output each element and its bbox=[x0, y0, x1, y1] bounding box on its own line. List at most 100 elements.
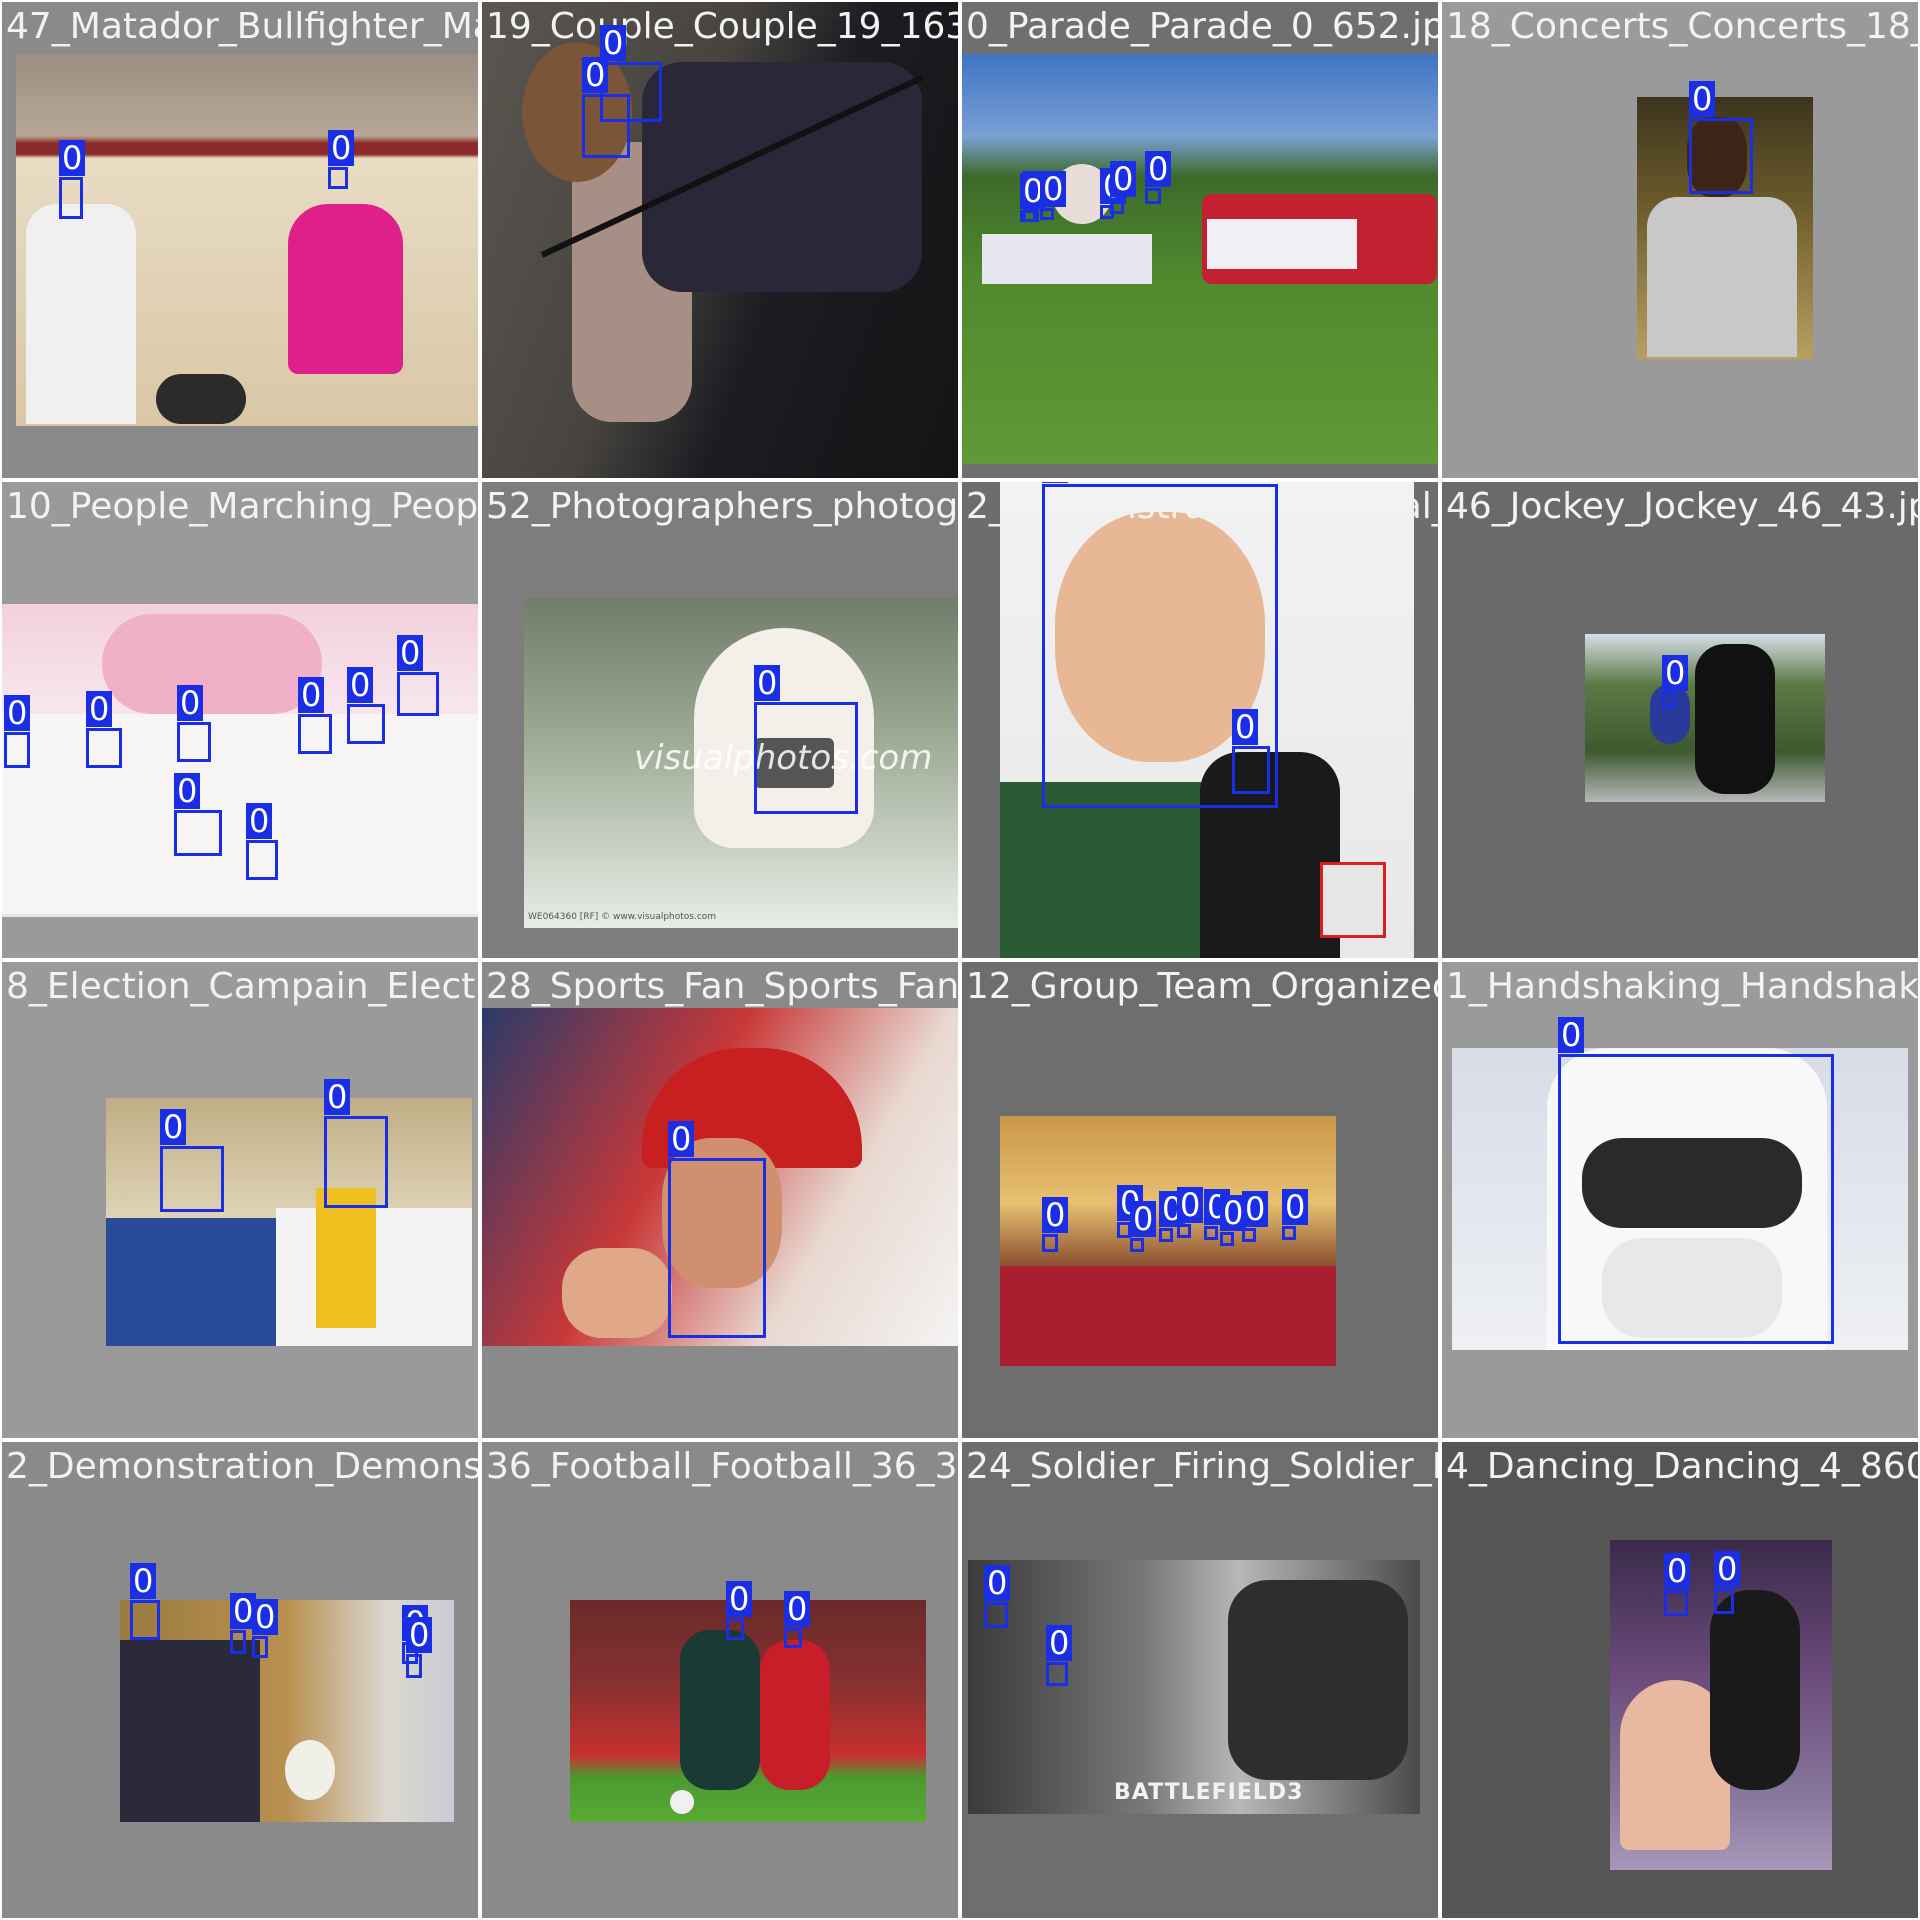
detection-box: 0 bbox=[59, 140, 86, 219]
tile-6: 52_Photographers_photographertakingphoto… bbox=[480, 480, 960, 960]
detection-box: 0 bbox=[1558, 1017, 1834, 1344]
tile-3: 0_Parade_Parade_0_652.jpg 0 0 0 0 0 0 bbox=[960, 0, 1440, 480]
detection-box: 0 bbox=[1177, 1187, 1204, 1238]
detection-box: 0 bbox=[1020, 173, 1047, 222]
class-label: 0 bbox=[1042, 482, 1069, 483]
matador-cape bbox=[288, 204, 403, 374]
tile-11: 12_Group_Team_Organized_Group_12_... 0 0… bbox=[960, 960, 1440, 1440]
detection-box: 0 bbox=[726, 1581, 753, 1640]
truck-banner bbox=[1207, 219, 1357, 269]
tile-title: 47_Matador_Bullfighter_Matador_Bullfight… bbox=[6, 6, 480, 47]
photo-photographer: visualphotos.com WE064360 [RF] © www.vis… bbox=[524, 598, 958, 928]
balloons bbox=[102, 614, 322, 714]
tile-title: 19_Couple_Couple_19_163.jpg bbox=[486, 6, 958, 47]
detection-box: 0 bbox=[1242, 1191, 1269, 1242]
class-label: 0 bbox=[1664, 1553, 1691, 1589]
tile-16: 4_Dancing_Dancing_4_860... 0 0 bbox=[1440, 1440, 1920, 1920]
player-red-kit bbox=[760, 1640, 830, 1790]
tile-12: 1_Handshaking_Handshaking_1_... 0 bbox=[1440, 960, 1920, 1440]
detection-box: 0 bbox=[1130, 1201, 1157, 1252]
detection-box: 0 bbox=[784, 1591, 811, 1648]
tile-title: 2_Demonstration_Demonstration_Or_Protest… bbox=[6, 1446, 480, 1487]
tile-7: 2_Demonstration_Political_Rally_2_... 0 … bbox=[960, 480, 1440, 960]
detection-box: 0 bbox=[160, 1109, 224, 1212]
tile-title: 8_Election_Campain_Election_Campaign_8_.… bbox=[6, 966, 478, 1007]
parade-float bbox=[982, 234, 1152, 284]
detection-box: 0 bbox=[1232, 709, 1270, 794]
class-label: 0 bbox=[784, 1591, 811, 1627]
class-label: 0 bbox=[1232, 709, 1259, 745]
detection-box: 0 bbox=[1664, 1553, 1691, 1616]
class-label: 0 bbox=[1042, 1197, 1069, 1233]
detection-box: 0 bbox=[177, 685, 211, 762]
photo-football bbox=[570, 1600, 926, 1822]
class-label: 0 bbox=[984, 1565, 1011, 1601]
podium-logo bbox=[1320, 862, 1386, 938]
tile-8: 46_Jockey_Jockey_46_43.jpg 0 bbox=[1440, 480, 1920, 960]
class-label: 0 bbox=[1145, 151, 1172, 187]
fan-fist bbox=[562, 1248, 672, 1338]
tile-14: 36_Football_Football_36_362.jpg 0 0 bbox=[480, 1440, 960, 1920]
detection-box: 0 bbox=[406, 1617, 433, 1678]
tile-title: 4_Dancing_Dancing_4_860... bbox=[1446, 1446, 1920, 1487]
photo-bullfight bbox=[16, 54, 478, 426]
class-label: 0 bbox=[406, 1617, 433, 1653]
class-label: 0 bbox=[130, 1563, 157, 1599]
tile-title: 52_Photographers_photographertakingphoto… bbox=[486, 486, 959, 527]
class-label: 0 bbox=[726, 1581, 753, 1617]
shadow bbox=[156, 374, 246, 424]
tile-title: 10_People_Marching_People_Marching_... bbox=[6, 486, 479, 527]
tile-5: 10_People_Marching_People_Marching_... 0… bbox=[0, 480, 480, 960]
detection-box: 0 bbox=[1220, 1195, 1247, 1246]
detection-box: 0 bbox=[1042, 1197, 1069, 1252]
tile-title: 12_Group_Team_Organized_Group_12_... bbox=[966, 966, 1438, 1007]
people-group bbox=[120, 1640, 260, 1822]
class-label: 0 bbox=[1282, 1189, 1309, 1225]
photo-couple bbox=[482, 2, 958, 478]
detection-box: 0 bbox=[1110, 161, 1137, 214]
yellow-scarf bbox=[316, 1188, 376, 1328]
detection-box: 0 bbox=[324, 1079, 388, 1208]
tile-title: 28_Sports_Fan_Sports_Fan_28_... bbox=[486, 966, 960, 1007]
tile-4: 18_Concerts_Concerts_18_... 0 bbox=[1440, 0, 1920, 480]
detection-box: 0 bbox=[4, 695, 31, 768]
detection-box: 0 bbox=[1714, 1551, 1741, 1614]
detection-box: 0 bbox=[174, 773, 222, 856]
class-label: 0 bbox=[1110, 161, 1137, 197]
class-label: 0 bbox=[328, 130, 355, 166]
class-label: 0 bbox=[177, 685, 204, 721]
class-label: 0 bbox=[86, 691, 113, 727]
mosaic-grid: 47_Matador_Bullfighter_Matador_Bullfight… bbox=[0, 0, 1920, 1920]
class-label: 0 bbox=[1046, 1625, 1073, 1661]
detection-box: 0 bbox=[347, 667, 385, 744]
class-label: 0 bbox=[1558, 1017, 1585, 1053]
class-label: 0 bbox=[324, 1079, 351, 1115]
detection-box: 0 bbox=[1159, 1191, 1186, 1242]
class-label: 0 bbox=[4, 695, 31, 731]
tile-15: 24_Soldier_Firing_Soldier_Firing_24_... … bbox=[960, 1440, 1440, 1920]
tile-9: 8_Election_Campain_Election_Campaign_8_.… bbox=[0, 960, 480, 1440]
class-label: 0 bbox=[1130, 1201, 1157, 1237]
detection-box: 0 bbox=[130, 1563, 160, 1640]
photo-parade bbox=[962, 54, 1438, 464]
detection-box: 0 bbox=[252, 1599, 279, 1658]
game-logo: BATTLEFIELD3 bbox=[1114, 1780, 1304, 1805]
class-label: 0 bbox=[1689, 81, 1716, 117]
class-label: 0 bbox=[59, 140, 86, 176]
tile-title: 46_Jockey_Jockey_46_43.jpg bbox=[1446, 486, 1920, 527]
tile-title: 36_Football_Football_36_362.jpg bbox=[486, 1446, 958, 1487]
detection-box: 0 bbox=[582, 57, 630, 158]
ball bbox=[670, 1790, 694, 1814]
tile-title: 18_Concerts_Concerts_18_... bbox=[1446, 6, 1920, 47]
class-label: 0 bbox=[174, 773, 201, 809]
detection-box: 0 bbox=[86, 691, 122, 768]
detection-box: 0 bbox=[397, 635, 439, 716]
man-checked-shirt bbox=[106, 1218, 276, 1346]
class-label: 0 bbox=[347, 667, 374, 703]
detection-box: 0 bbox=[1040, 171, 1067, 220]
detection-box: 0 bbox=[1117, 1185, 1144, 1238]
class-label: 0 bbox=[160, 1109, 187, 1145]
class-label: 0 bbox=[252, 1599, 279, 1635]
class-label: 0 bbox=[298, 677, 325, 713]
class-label: 0 bbox=[754, 665, 781, 701]
